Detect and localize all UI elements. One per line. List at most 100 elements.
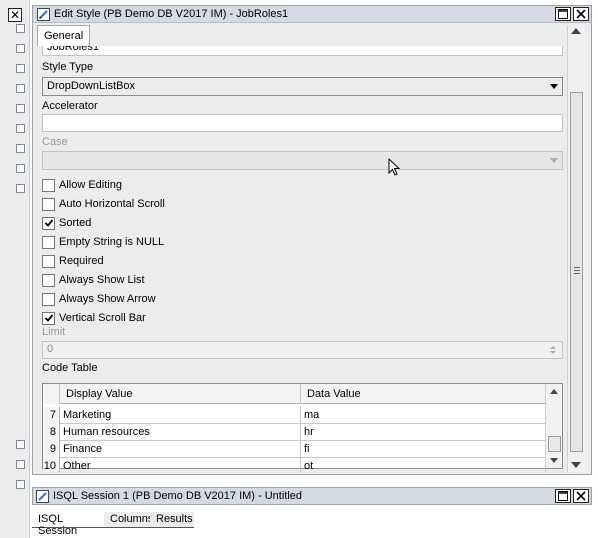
chevron-down-icon [550,84,558,89]
tree-node-icon[interactable] [16,124,25,133]
accelerator-field[interactable] [42,114,563,132]
checkbox[interactable] [42,178,55,192]
checkbox[interactable] [42,292,55,306]
restore-button[interactable] [555,7,571,21]
checkmark-icon [44,219,53,227]
case-label: Case [42,136,68,148]
table-row[interactable]: 9 Finance fi [43,441,546,458]
bottom-tab-bar: ISQL Session Columns Results [30,512,598,537]
checkbox-label: Always Show Arrow [59,293,156,305]
panel-scrollbar[interactable] [567,26,585,472]
edit-style-window: Edit Style (PB Demo DB V2017 IM) - JobRo… [32,5,592,475]
checkbox-row[interactable]: Vertical Scroll Bar [42,310,146,326]
row-number-cell: 7 [43,407,60,424]
tree-node-icon[interactable] [16,164,25,173]
checkbox[interactable] [42,216,55,230]
table-row[interactable]: 7 Marketing ma [43,407,546,424]
checkbox-label: Auto Horizontal Scroll [59,198,165,210]
isql-title: ISQL Session 1 (PB Demo DB V2017 IM) - U… [53,490,303,502]
tree-node-icon[interactable] [16,460,25,469]
checkbox-row[interactable]: Empty String is NULL [42,234,164,250]
checkbox-row[interactable]: Always Show Arrow [42,291,156,307]
mouse-cursor-icon [388,157,402,181]
tab-columns[interactable]: Columns [104,512,153,528]
display-value-cell[interactable]: Marketing [60,407,301,424]
row-number-cell: 9 [43,441,60,458]
isql-restore-button[interactable] [555,489,571,503]
case-dropdown[interactable] [42,151,563,170]
scroll-thumb[interactable] [548,436,561,452]
checkbox-label: Empty String is NULL [59,236,165,248]
code-table-scrollbar[interactable] [545,384,562,468]
restore-icon [558,491,568,501]
data-value-cell[interactable]: hr [301,424,546,441]
checkbox-row[interactable]: Sorted [42,215,91,231]
tab-isql-session[interactable]: ISQL Session [32,512,104,537]
edit-style-icon [36,7,50,21]
tree-node-icon[interactable] [16,44,25,53]
table-row[interactable]: 8 Human resources hr [43,424,546,441]
scroll-down-icon[interactable] [571,462,581,468]
table-row[interactable]: 10 Other ot [43,458,546,472]
window-titlebar[interactable]: Edit Style (PB Demo DB V2017 IM) - JobRo… [33,6,591,23]
data-value-cell[interactable]: ot [301,458,546,472]
data-value-cell[interactable]: ma [301,407,546,424]
code-table-grid: Display Value Data Value 7 Marketing ma 8 Hu… [42,383,563,472]
scroll-down-icon[interactable] [550,458,558,463]
checkbox-label: Required [59,255,104,267]
style-type-label: Style Type [42,61,94,73]
scroll-up-icon[interactable] [571,28,581,34]
data-value-cell[interactable]: fi [301,441,546,458]
checkbox-label: Allow Editing [59,179,122,191]
tree-node-icon[interactable] [16,480,25,489]
restore-icon [558,9,568,19]
tree-node-icon[interactable] [16,144,25,153]
checkbox[interactable] [42,311,55,325]
scroll-thumb[interactable] [570,92,583,452]
checkbox-label: Sorted [59,217,92,229]
checkbox[interactable] [42,254,55,268]
checkbox-row[interactable]: Required [42,253,104,269]
background-close-icon[interactable]: ✕ [8,8,22,22]
checkbox-label: Always Show List [59,274,145,286]
tab-general[interactable]: General [37,25,91,47]
row-number-header [43,384,60,404]
close-button[interactable] [573,7,589,21]
code-table-header: Display Value Data Value [43,384,546,404]
scroll-up-icon[interactable] [550,389,558,394]
isql-session-window[interactable]: ISQL Session 1 (PB Demo DB V2017 IM) - U… [32,487,592,505]
style-type-dropdown[interactable]: DropDownListBox [42,77,563,96]
tree-node-icon[interactable] [16,104,25,113]
checkbox[interactable] [42,235,55,249]
display-value-cell[interactable]: Finance [60,441,301,458]
display-value-cell[interactable]: Other [60,458,301,472]
general-tab-panel: JobRoles1 Style Type DropDownListBox Acc… [37,46,567,472]
tree-node-icon[interactable] [16,440,25,449]
tab-results[interactable]: Results [150,512,194,528]
tree-node-icon[interactable] [16,24,25,33]
checkbox-row[interactable]: Allow Editing [42,177,122,193]
column-header-display-value[interactable]: Display Value [60,384,301,404]
tree-node-icon[interactable] [16,184,25,193]
code-table-label: Code Table [42,362,98,374]
limit-label: Limit [42,326,66,338]
checkbox[interactable] [42,273,55,287]
checkbox-row[interactable]: Auto Horizontal Scroll [42,196,165,212]
tree-node-icon[interactable] [16,84,25,93]
column-header-data-value[interactable]: Data Value [301,384,546,404]
display-value-cell[interactable]: Human resources [60,424,301,441]
limit-spinner[interactable] [546,343,560,357]
limit-field[interactable]: 0 [42,341,563,359]
background-tree-panel: ✕ [0,0,30,538]
checkbox-label: Vertical Scroll Bar [59,312,146,324]
checkbox[interactable] [42,197,55,211]
limit-value: 0 [47,343,54,355]
isql-close-button[interactable] [573,489,589,503]
close-icon [576,491,586,501]
tree-node-icon[interactable] [16,64,25,73]
name-field[interactable]: JobRoles1 [42,46,563,56]
chevron-down-icon [550,158,558,163]
row-number-cell: 8 [43,424,60,441]
checkbox-row[interactable]: Always Show List [42,272,145,288]
checkmark-icon [44,314,53,322]
